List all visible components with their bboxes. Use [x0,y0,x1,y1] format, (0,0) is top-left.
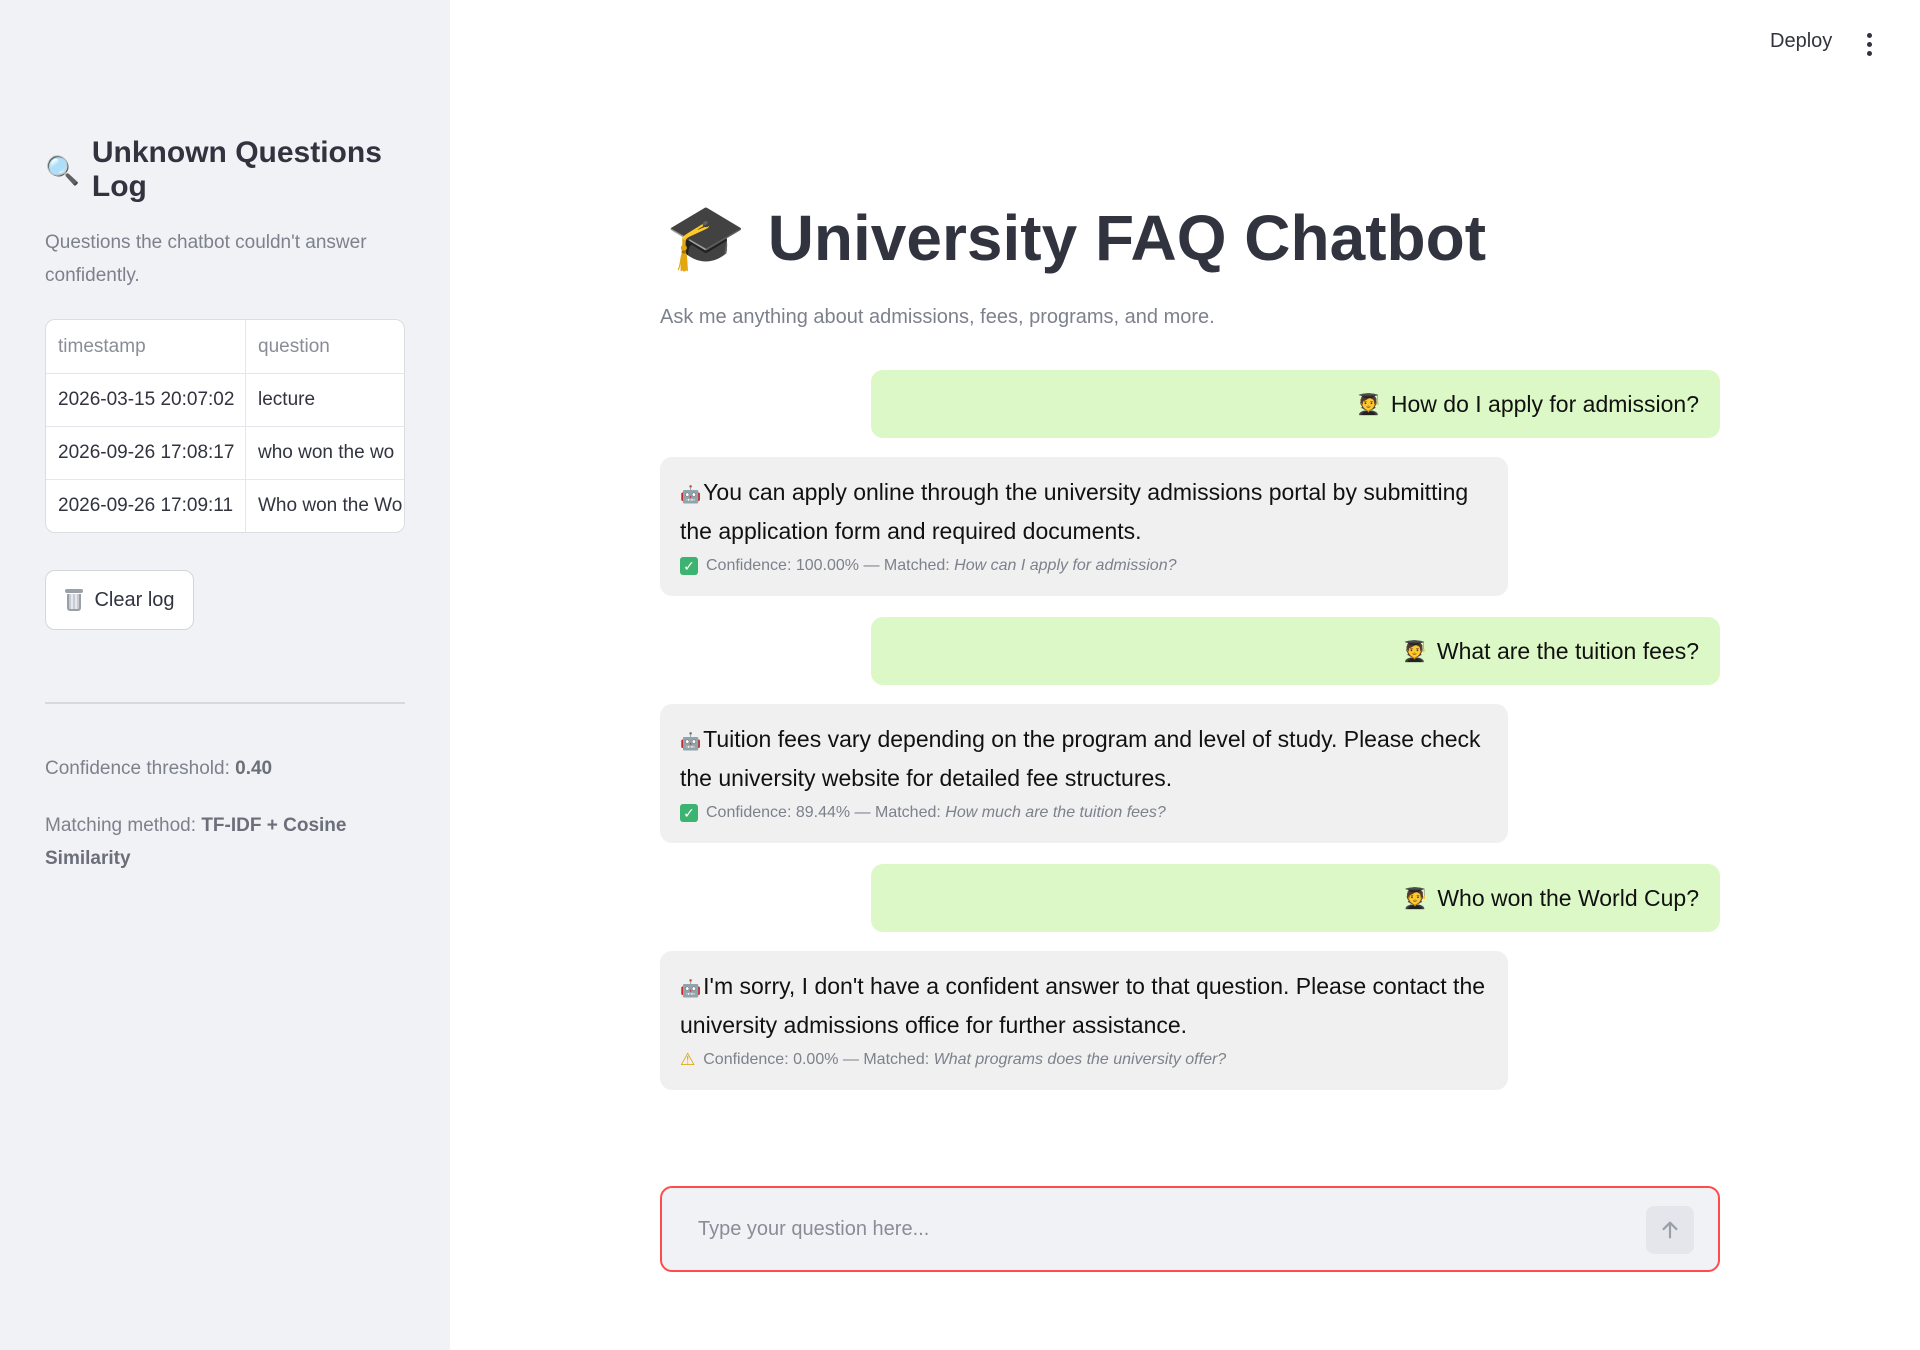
bot-icon: 🤖 [680,979,702,998]
student-icon: 🧑‍🎓 [1355,393,1381,416]
send-button[interactable] [1646,1206,1694,1254]
matched-question: How much are the tuition fees? [945,804,1166,821]
table-row[interactable]: 2026-09-26 17:09:11 Who won the Wo [46,479,404,532]
timestamp-cell: 2026-09-26 17:09:11 [46,480,246,532]
student-icon: 🧑‍🎓 [1401,640,1427,663]
app: 🔍 Unknown Questions Log Questions the ch… [0,0,1920,1350]
bot-icon: 🤖 [680,732,702,751]
bot-message: 🤖You can apply online through the univer… [660,457,1508,596]
timestamp-cell: 2026-03-15 20:07:02 [46,374,246,426]
deploy-button[interactable]: Deploy [1770,30,1832,53]
user-message-text: Who won the World Cup? [1437,884,1699,911]
question-cell: Who won the Wo [258,495,403,516]
column-header-timestamp[interactable]: timestamp [46,320,246,373]
warning-icon: ⚠ [680,1050,696,1069]
student-icon: 🧑‍🎓 [1402,887,1428,910]
page-title-text: University FAQ Chatbot [767,201,1486,274]
matching-method-info: Matching method: TF-IDF + Cosine Similar… [45,809,405,875]
user-message-text: What are the tuition fees? [1436,637,1699,664]
clear-log-label: Clear log [94,588,175,611]
bot-icon: 🤖 [680,485,702,504]
page-subtitle: Ask me anything about admissions, fees, … [660,306,1215,328]
bot-message-text: Tuition fees vary depending on the progr… [680,726,1481,791]
graduation-cap-icon: 🎓 [666,201,746,273]
matched-question: How can I apply for admission? [954,557,1177,574]
confidence-info: ⚠ Confidence: 0.00% — Matched: What prog… [680,1048,1488,1072]
threshold-value: 0.40 [235,758,273,779]
user-message: 🧑‍🎓 What are the tuition fees? [871,617,1720,685]
confidence-info: ✓ Confidence: 89.44% — Matched: How much… [680,801,1488,825]
arrow-up-icon [1662,1221,1678,1239]
unknown-questions-table[interactable]: timestamp question 2026-03-15 20:07:02 l… [45,319,405,533]
question-cell: who won the wo [258,442,395,463]
user-message: 🧑‍🎓 Who won the World Cup? [871,864,1720,932]
table-row[interactable]: 2026-09-26 17:08:17 who won the wo [46,426,404,479]
confidence-text: Confidence: 89.44% — Matched: [706,804,941,821]
bot-message-text: You can apply online through the univers… [680,479,1469,544]
sidebar-title-text: Unknown Questions Log [91,136,382,203]
bot-message: 🤖Tuition fees vary depending on the prog… [660,704,1508,843]
check-icon: ✓ [680,804,698,822]
trash-icon [64,589,84,611]
table-header-row: timestamp question [46,320,404,373]
question-cell: lecture [258,389,316,410]
chat-input-box [660,1186,1720,1272]
user-message-text: How do I apply for admission? [1390,390,1699,417]
sidebar-description: Questions the chatbot couldn't answer co… [45,232,367,286]
sidebar: 🔍 Unknown Questions Log Questions the ch… [0,0,450,1350]
timestamp-cell: 2026-09-26 17:08:17 [46,427,246,479]
column-header-question[interactable]: question [246,320,404,373]
check-icon: ✓ [680,557,698,575]
sidebar-divider [45,702,405,704]
threshold-label: Confidence threshold: [45,758,236,779]
question-input[interactable] [698,1217,1598,1241]
confidence-text: Confidence: 100.00% — Matched: [706,557,950,574]
bot-message: 🤖I'm sorry, I don't have a confident ans… [660,951,1508,1090]
magnifier-icon: 🔍 [45,154,80,186]
sidebar-title: 🔍 Unknown Questions Log [45,136,405,204]
clear-log-button[interactable]: Clear log [45,570,194,630]
bot-message-text: I'm sorry, I don't have a confident answ… [680,973,1486,1038]
table-row[interactable]: 2026-03-15 20:07:02 lecture [46,373,404,426]
matched-question: What programs does the university offer? [933,1051,1227,1068]
method-label: Matching method: [45,815,202,836]
confidence-threshold-info: Confidence threshold: 0.40 [45,752,405,785]
kebab-menu-icon[interactable] [1865,33,1873,57]
page-title: 🎓 University FAQ Chatbot [666,200,1486,275]
confidence-info: ✓ Confidence: 100.00% — Matched: How can… [680,554,1488,578]
user-message: 🧑‍🎓 How do I apply for admission? [871,370,1720,438]
confidence-text: Confidence: 0.00% — Matched: [703,1051,930,1068]
